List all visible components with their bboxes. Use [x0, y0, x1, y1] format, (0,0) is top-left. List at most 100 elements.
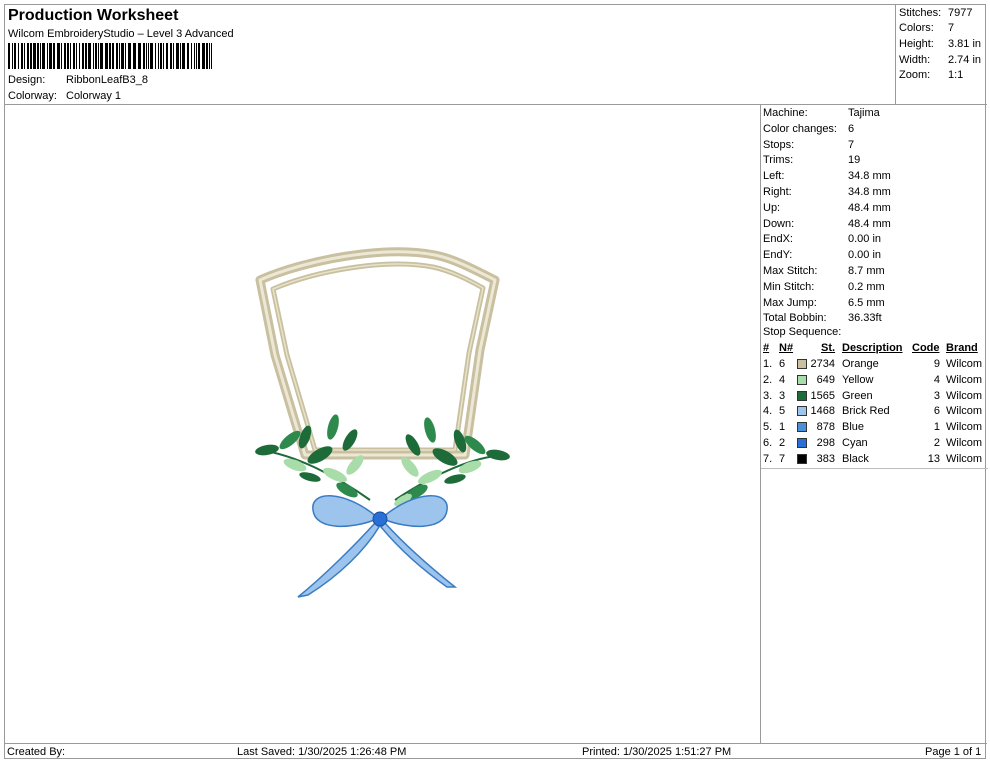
property-value: 34.8 mm — [848, 170, 891, 183]
color-swatch — [797, 359, 807, 369]
property-row: Max Jump: 6.5 mm — [763, 297, 885, 309]
property-row: Down: 48.4 mm — [763, 217, 891, 230]
col-header-n: N# — [779, 342, 794, 354]
worksheet-footer: Created By: Last Saved: 1/30/2025 1:26:4… — [5, 743, 987, 760]
col-header-brand: Brand — [946, 342, 978, 354]
row-needle: 5 — [779, 405, 786, 418]
color-swatch — [797, 406, 807, 417]
software-subtitle: Wilcom EmbroideryStudio – Level 3 Advanc… — [8, 28, 234, 40]
property-label: Stops: — [763, 138, 795, 151]
row-code: 9 — [933, 358, 940, 370]
row-description: Green — [842, 389, 873, 402]
row-index: 3. — [763, 389, 773, 402]
property-row: Color changes: 6 — [763, 122, 854, 135]
created-by: Created By: — [7, 746, 66, 758]
design-stats-panel: Stitches: 7977 Colors: 7 Height: 3.81 in Wi… — [895, 5, 987, 105]
property-value: 8.7 mm — [848, 265, 885, 277]
property-value: 7 — [848, 138, 855, 151]
embroidery-design-image — [255, 247, 510, 598]
stat-width: Width: 2.74 in — [899, 54, 982, 66]
colorway-label: Colorway: — [8, 90, 57, 102]
row-index: 5. — [763, 421, 773, 434]
stat-zoom: Zoom: 1:1 — [899, 69, 964, 81]
row-description: Brick Red — [842, 405, 890, 418]
row-index: 2. — [763, 373, 773, 386]
row-needle: 2 — [779, 437, 786, 449]
row-index: 6. — [763, 437, 773, 449]
row-brand: Wilcom — [946, 437, 983, 449]
row-needle: 3 — [779, 389, 786, 402]
property-label: EndY: — [763, 249, 793, 262]
color-swatch — [797, 390, 807, 401]
row-stitches: 298 — [816, 437, 835, 449]
design-preview — [5, 105, 760, 743]
barcode-image — [8, 43, 212, 69]
page-number: Page 1 of 1 — [925, 746, 982, 758]
property-value: Tajima — [848, 107, 880, 119]
property-label: Down: — [763, 217, 795, 230]
row-brand: Wilcom — [946, 389, 983, 402]
color-swatch — [797, 453, 807, 464]
property-value: 34.8 mm — [848, 186, 891, 198]
property-row: Max Stitch: 8.7 mm — [763, 265, 885, 277]
property-label: Color changes: — [763, 122, 837, 135]
row-code: 2 — [933, 437, 940, 449]
property-label: Min Stitch: — [763, 280, 815, 293]
col-header-num: # — [763, 342, 770, 354]
color-swatch — [797, 422, 807, 433]
property-row: Machine: Tajima — [763, 107, 880, 119]
property-value: 48.4 mm — [848, 201, 891, 214]
property-label: Trims: — [763, 154, 794, 167]
row-brand: Wilcom — [946, 452, 983, 465]
property-label: Up: — [763, 201, 781, 214]
row-description: Black — [842, 452, 869, 465]
row-stitches: 383 — [816, 452, 835, 465]
col-header-code: Code — [912, 342, 940, 354]
row-description: Blue — [842, 421, 865, 434]
color-swatch — [797, 438, 807, 448]
property-label: Total Bobbin: — [763, 312, 827, 325]
property-value: 19 — [848, 154, 861, 167]
row-stitches: 649 — [816, 373, 835, 386]
row-needle: 4 — [779, 373, 786, 386]
property-value: 0.00 in — [848, 249, 882, 262]
property-label: Left: — [763, 170, 785, 183]
property-label: Max Stitch: — [763, 265, 818, 277]
page-title: Production Worksheet — [8, 7, 179, 24]
row-stitches: 1565 — [810, 389, 835, 402]
property-label: Machine: — [763, 107, 808, 119]
stat-stitches: Stitches: 7977 — [899, 7, 973, 19]
property-row: Right: 34.8 mm — [763, 186, 891, 198]
stat-colors: Colors: 7 — [899, 22, 955, 34]
property-value: 6.5 mm — [848, 296, 885, 309]
col-header-st: St. — [821, 342, 836, 354]
table-divider — [761, 468, 988, 469]
row-needle: 7 — [779, 452, 786, 465]
printed-date: Printed: 1/30/2025 1:51:27 PM — [582, 746, 732, 758]
row-index: 4. — [763, 405, 773, 418]
property-label: Right: — [763, 186, 792, 198]
row-stitches: 2734 — [810, 358, 835, 370]
stop-sequence-title: Stop Sequence: — [763, 326, 842, 338]
property-row: Left: 34.8 mm — [763, 170, 891, 183]
row-description: Orange — [842, 358, 879, 370]
row-code: 6 — [933, 405, 940, 418]
row-index: 7. — [763, 452, 773, 465]
ribbon-bow — [297, 495, 458, 598]
row-brand: Wilcom — [946, 358, 983, 370]
property-value: 48.4 mm — [848, 217, 891, 230]
row-stitches: 1468 — [810, 405, 835, 418]
row-description: Cyan — [842, 437, 868, 449]
property-label: EndX: — [763, 233, 793, 246]
property-value: 6 — [848, 122, 855, 135]
stat-height: Height: 3.81 in — [899, 38, 982, 50]
row-code: 3 — [933, 389, 940, 402]
col-header-description: Description — [842, 342, 903, 354]
colorway-value: Colorway 1 — [66, 90, 122, 102]
row-needle: 6 — [779, 358, 786, 370]
row-needle: 1 — [779, 421, 786, 434]
row-index: 1. — [763, 358, 773, 370]
property-value: 0.00 in — [848, 233, 882, 246]
property-row: EndY: 0.00 in — [763, 249, 881, 262]
property-row: Trims: 19 — [763, 154, 860, 167]
